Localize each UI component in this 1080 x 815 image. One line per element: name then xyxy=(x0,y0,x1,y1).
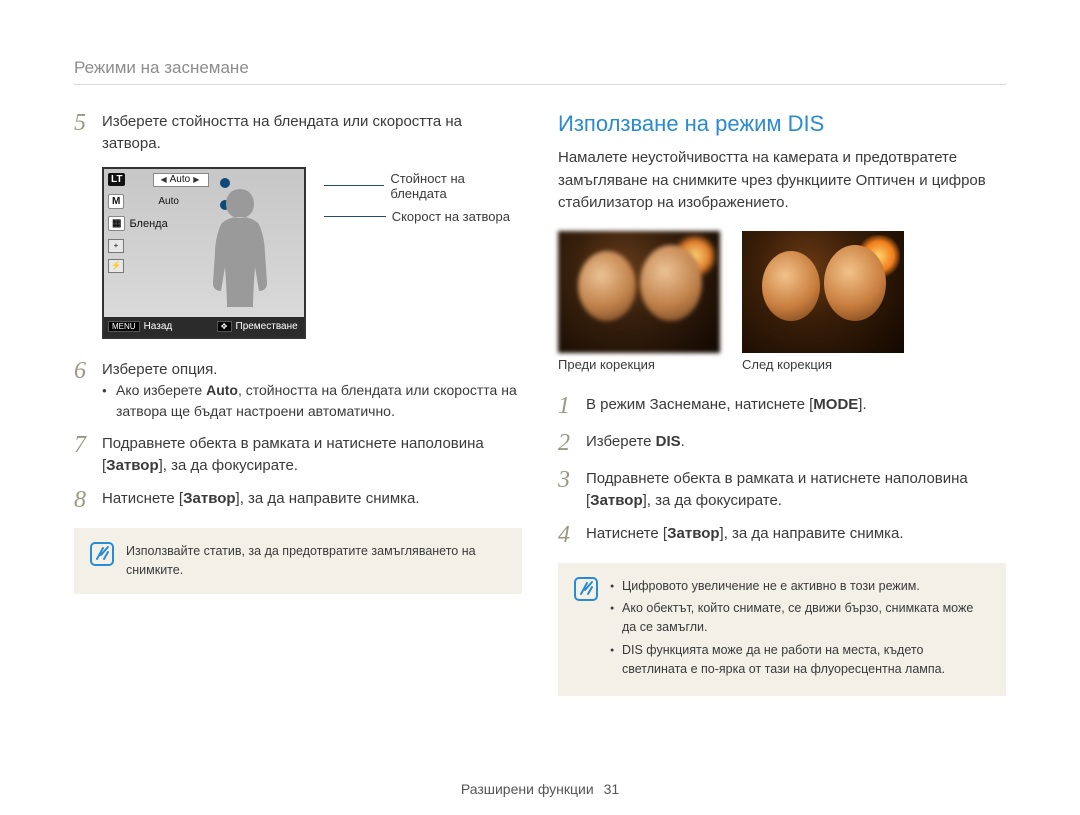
lcd-badge-lt: LT xyxy=(108,173,125,186)
lcd-icon-plus: + xyxy=(108,239,124,253)
note-text: Използвайте статив, за да предотвратите … xyxy=(126,542,506,581)
lcd-nav-icon: ✥ xyxy=(217,321,232,332)
silhouette-icon xyxy=(200,183,280,313)
footer-section: Разширени функции xyxy=(461,781,594,797)
step-5: 5 Изберете стойността на блендата или ск… xyxy=(74,111,522,155)
note-icon xyxy=(90,542,114,581)
lcd-back-label: Назад xyxy=(144,321,173,332)
step-number: 3 xyxy=(558,468,586,512)
step-number: 5 xyxy=(74,111,102,155)
step-text: Изберете стойността на блендата или скор… xyxy=(102,111,522,155)
lcd-menu-button-icon: MENU xyxy=(108,321,140,332)
step-text: Подравнете обекта в рамката и натиснете … xyxy=(102,433,522,477)
note-box: Използвайте статив, за да предотвратите … xyxy=(74,528,522,595)
lcd-icon-flash-off: ⚡ xyxy=(108,259,124,273)
photo-caption: След корекция xyxy=(742,357,904,372)
step-number: 2 xyxy=(558,431,586,456)
page-header: Режими на заснемане xyxy=(74,58,1006,85)
lcd-move-label: Преместване xyxy=(236,321,298,332)
step-7: 7 Подравнете обекта в рамката и натиснет… xyxy=(74,433,522,477)
section-intro: Намалете неустойчивостта на камерата и п… xyxy=(558,147,1006,215)
step-number: 4 xyxy=(558,523,586,548)
step-text: Натиснете [Затвор], за да направите сним… xyxy=(586,523,1006,548)
step-number: 8 xyxy=(74,488,102,513)
sample-image-sharp xyxy=(742,231,904,353)
footer-page-number: 31 xyxy=(604,781,620,797)
lcd-badge-m: M xyxy=(108,194,124,209)
step-3: 3 Подравнете обекта в рамката и натиснет… xyxy=(558,468,1006,512)
sample-image-blurry xyxy=(558,231,720,353)
photo-caption: Преди корекция xyxy=(558,357,720,372)
photo-before: Преди корекция xyxy=(558,231,720,372)
step-text: В режим Заснемане, натиснете [MODE]. xyxy=(586,394,1006,419)
page-footer: Разширени функции 31 xyxy=(0,781,1080,797)
step-number: 7 xyxy=(74,433,102,477)
lcd-badge-grid: ▦ xyxy=(108,216,125,231)
step-1: 1 В режим Заснемане, натиснете [MODE]. xyxy=(558,394,1006,419)
step-number: 6 xyxy=(74,359,102,421)
step-2: 2 Изберете DIS. xyxy=(558,431,1006,456)
step-text: Подравнете обекта в рамката и натиснете … xyxy=(586,468,1006,512)
note-item: Цифровото увеличение не е активно в този… xyxy=(610,577,990,596)
camera-lcd-preview: LT ◀Auto▶ M Auto ▦ Бленда + xyxy=(102,167,306,339)
note-item: Ако обектът, който снимате, се движи бър… xyxy=(610,599,990,638)
photo-after: След корекция xyxy=(742,231,904,372)
note-item: DIS функцията може да не работи на места… xyxy=(610,641,990,680)
step-8: 8 Натиснете [Затвор], за да направите сн… xyxy=(74,488,522,513)
step-text: Изберете DIS. xyxy=(586,431,1006,456)
section-title: Използване на режим DIS xyxy=(558,111,1006,137)
annot-aperture: Стойност на блендата xyxy=(390,171,522,201)
right-column: Използване на режим DIS Намалете неустой… xyxy=(558,111,1006,696)
lcd-annotations: Стойност на блендата Скорост на затвора xyxy=(324,167,522,224)
step-text: Изберете опция. xyxy=(102,359,522,381)
step-text: Натиснете [Затвор], за да направите сним… xyxy=(102,488,522,513)
lcd-sidebar-icons: + ⚡ xyxy=(108,239,124,273)
step-bullet: Ако изберете Auto, стойността на блендат… xyxy=(102,380,522,421)
note-icon xyxy=(574,577,598,683)
step-4: 4 Натиснете [Затвор], за да направите сн… xyxy=(558,523,1006,548)
step-6: 6 Изберете опция. Ако изберете Auto, сто… xyxy=(74,359,522,421)
lcd-shutter-value: Auto xyxy=(152,195,185,209)
left-column: 5 Изберете стойността на блендата или ск… xyxy=(74,111,522,696)
annot-shutter: Скорост на затвора xyxy=(392,209,510,224)
note-box: Цифровото увеличение не е активно в този… xyxy=(558,563,1006,697)
step-number: 1 xyxy=(558,394,586,419)
note-list: Цифровото увеличение не е активно в този… xyxy=(610,577,990,683)
lcd-aperture-label: Бленда xyxy=(129,218,167,230)
